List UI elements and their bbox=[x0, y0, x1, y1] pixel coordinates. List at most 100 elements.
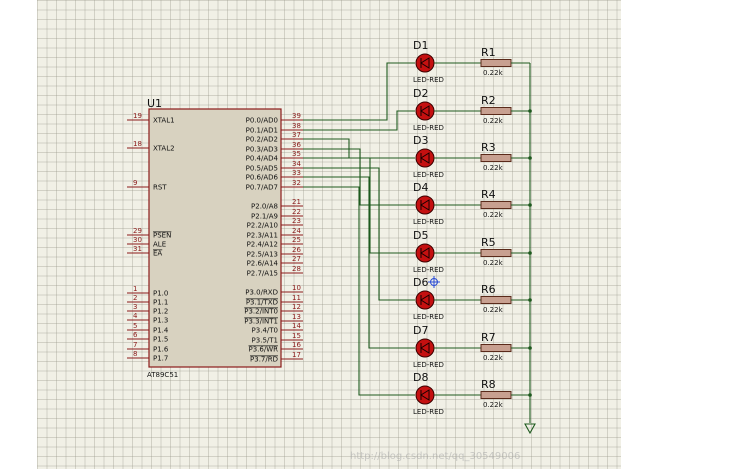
pin-name: P2.3/A11 bbox=[247, 232, 278, 240]
resistor-value-label: 0.22k bbox=[483, 211, 504, 219]
watermark: http://blog.csdn.net/qq_30549006 bbox=[350, 451, 520, 462]
resistor-body bbox=[480, 391, 512, 399]
pin-number: 12 bbox=[292, 303, 301, 311]
pin-number: 23 bbox=[292, 217, 301, 225]
pin-number: 30 bbox=[133, 236, 142, 244]
led-type-label: LED-RED bbox=[413, 266, 444, 274]
resistor-value-label: 0.22k bbox=[483, 69, 504, 77]
led-type-label: LED-RED bbox=[413, 124, 444, 132]
pin-name: P1.1 bbox=[153, 299, 168, 307]
pin-name: P1.4 bbox=[153, 327, 169, 335]
resistor-body bbox=[480, 154, 512, 162]
resistor-body bbox=[480, 249, 512, 257]
wire bbox=[303, 186, 415, 396]
pin-name: P3.5/T1 bbox=[252, 337, 278, 345]
schematic-canvas[interactable]: U1 AT89C51 19 XTAL1 18 XTAL2 9 RST 29 PSEN 30 ALE 31… bbox=[37, 0, 621, 469]
led-body bbox=[415, 290, 435, 310]
led-type-label: LED-RED bbox=[413, 361, 444, 369]
resistor-body bbox=[480, 59, 512, 67]
pin-name: RST bbox=[153, 184, 167, 192]
pin-number: 6 bbox=[133, 331, 138, 339]
pin-name: P3.4/T0 bbox=[252, 327, 278, 335]
pin-name: P1.6 bbox=[153, 346, 169, 354]
pin-name: P2.1/A9 bbox=[251, 213, 278, 221]
pin-number: 37 bbox=[292, 131, 301, 139]
pin-number: 24 bbox=[292, 227, 301, 235]
pin-name: P3.2/INT0 bbox=[244, 308, 278, 316]
resistor-value-label: 0.22k bbox=[483, 117, 504, 125]
led-type-label: LED-RED bbox=[413, 76, 444, 84]
pin-name: P0.5/AD5 bbox=[246, 165, 278, 173]
led-ref-label: D1 bbox=[413, 39, 428, 52]
led-body bbox=[415, 195, 435, 215]
resistor-ref-label: R3 bbox=[481, 141, 496, 154]
led-type-label: LED-RED bbox=[413, 218, 444, 226]
pin-name: PSEN bbox=[153, 232, 171, 240]
ground-arrow bbox=[524, 423, 536, 435]
pin-name: P2.5/A13 bbox=[247, 251, 278, 259]
pin-number: 22 bbox=[292, 208, 301, 216]
pin-number: 29 bbox=[133, 227, 142, 235]
pin-number: 8 bbox=[133, 350, 137, 358]
pin-number: 7 bbox=[133, 341, 137, 349]
resistor-ref-label: R7 bbox=[481, 331, 496, 344]
resistor-value-label: 0.22k bbox=[483, 401, 504, 409]
led-body bbox=[415, 385, 435, 405]
pin-number: 2 bbox=[133, 294, 137, 302]
led-body bbox=[415, 101, 435, 121]
led-ref-label: D3 bbox=[413, 134, 428, 147]
resistor-ref-label: R2 bbox=[481, 94, 496, 107]
pin-number: 25 bbox=[292, 236, 301, 244]
pin-number: 5 bbox=[133, 322, 137, 330]
pin-number: 36 bbox=[292, 141, 301, 149]
pin-name: P0.4/AD4 bbox=[246, 155, 279, 163]
led-type-label: LED-RED bbox=[413, 408, 444, 416]
pin-number: 26 bbox=[292, 246, 301, 254]
led-body bbox=[415, 243, 435, 263]
pin-number: 32 bbox=[292, 179, 301, 187]
pin-number: 34 bbox=[292, 160, 301, 168]
resistor-value-label: 0.22k bbox=[483, 354, 504, 362]
pin-name: P1.3 bbox=[153, 317, 168, 325]
led-ref-label: D7 bbox=[413, 324, 428, 337]
led-ref-label: D4 bbox=[413, 181, 428, 194]
resistor-ref-label: R5 bbox=[481, 236, 496, 249]
pin-name: P2.0/A8 bbox=[251, 203, 278, 211]
pin-name: P1.7 bbox=[153, 355, 168, 363]
resistor-value-label: 0.22k bbox=[483, 259, 504, 267]
pin-name: P2.4/A12 bbox=[247, 241, 278, 249]
led-ref-label: D8 bbox=[413, 371, 428, 384]
pin-name: P2.6/A14 bbox=[247, 260, 279, 268]
pin-number: 13 bbox=[292, 313, 301, 321]
pin-number: 3 bbox=[133, 303, 137, 311]
led-ref-label: D5 bbox=[413, 229, 428, 242]
pin-number: 9 bbox=[133, 179, 137, 187]
pin-number: 19 bbox=[133, 112, 142, 120]
pin-number: 21 bbox=[292, 198, 301, 206]
resistor-body bbox=[480, 296, 512, 304]
led-type-label: LED-RED bbox=[413, 171, 444, 179]
pin-name: P1.2 bbox=[153, 308, 168, 316]
pin-number: 17 bbox=[292, 351, 301, 359]
pin-name: P1.0 bbox=[153, 290, 168, 298]
pin-name: P3.3/INT1 bbox=[244, 318, 278, 326]
pin-number: 28 bbox=[292, 265, 301, 273]
led-ref-label: D6 bbox=[413, 276, 428, 289]
schematic-svg: U1AT89C5119XTAL118XTAL29RST29PSEN30ALE31… bbox=[127, 39, 536, 462]
resistor-ref-label: R8 bbox=[481, 378, 496, 391]
pin-name: EA bbox=[153, 250, 162, 258]
pin-name: P2.7/A15 bbox=[247, 270, 278, 278]
resistor-ref-label: R1 bbox=[481, 46, 496, 59]
pin-number: 31 bbox=[133, 245, 142, 253]
pin-number: 15 bbox=[292, 332, 301, 340]
pin-number: 18 bbox=[133, 140, 142, 148]
pin-number: 4 bbox=[133, 312, 138, 320]
resistor-ref-label: R4 bbox=[481, 188, 496, 201]
resistor-ref-label: R6 bbox=[481, 283, 496, 296]
pin-name: P0.3/AD3 bbox=[246, 146, 278, 154]
pin-name: P0.0/AD0 bbox=[246, 117, 278, 125]
pin-number: 14 bbox=[292, 322, 301, 330]
pin-number: 27 bbox=[292, 255, 301, 263]
pin-number: 33 bbox=[292, 169, 301, 177]
pin-name: ALE bbox=[153, 241, 166, 249]
